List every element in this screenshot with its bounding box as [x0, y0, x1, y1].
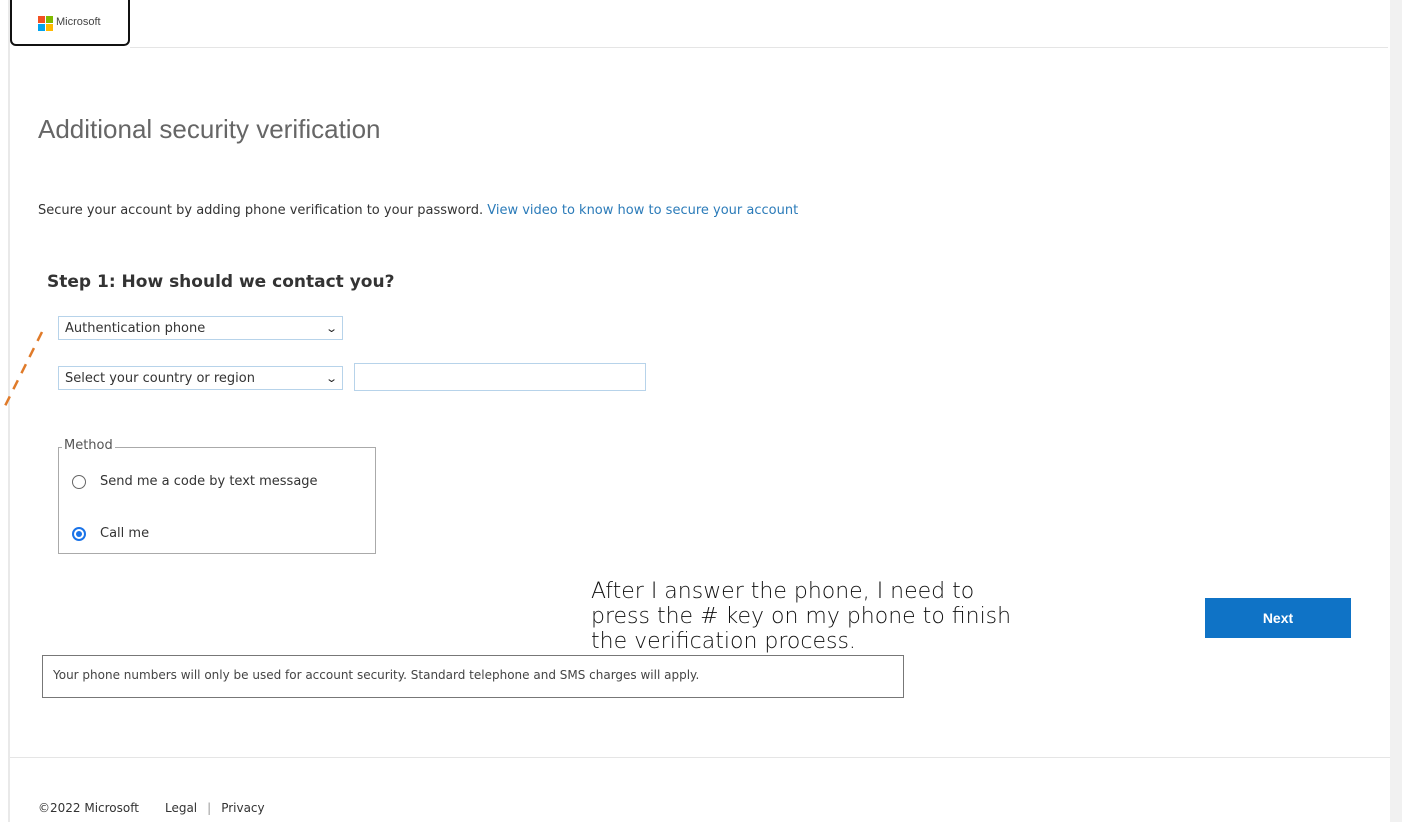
country-select[interactable]: Select your country or region ⌄ [58, 366, 343, 390]
intro-paragraph: Secure your account by adding phone veri… [38, 203, 798, 218]
footer-divider [10, 757, 1390, 758]
microsoft-logo-icon [38, 16, 53, 31]
copyright-text: ©2022 Microsoft [38, 801, 139, 815]
contact-method-select[interactable]: Authentication phone ⌄ [58, 316, 343, 340]
method-option-label: Call me [100, 526, 150, 541]
annotation-callout: After I answer the phone, I need to pres… [591, 579, 1012, 654]
footer-separator: | [207, 801, 212, 815]
next-button[interactable]: Next [1205, 598, 1351, 638]
left-border [8, 0, 10, 822]
radio-call-me[interactable] [72, 526, 86, 541]
privacy-link[interactable]: Privacy [221, 801, 264, 815]
method-option-label: Send me a code by text message [100, 474, 318, 489]
chevron-down-icon: ⌄ [324, 371, 338, 385]
contact-method-value: Authentication phone [65, 320, 206, 336]
phone-usage-note: Your phone numbers will only be used for… [42, 655, 904, 698]
chevron-down-icon: ⌄ [324, 321, 338, 335]
view-video-link[interactable]: View video to know how to secure your ac… [487, 203, 798, 218]
header-divider [130, 47, 1388, 48]
brand-name: Microsoft [56, 16, 101, 28]
legal-link[interactable]: Legal [165, 801, 197, 815]
radio-text-message[interactable] [72, 474, 86, 489]
phone-number-input[interactable] [354, 363, 646, 391]
scrollbar-track[interactable] [1390, 0, 1402, 822]
page-title: Additional security verification [38, 114, 381, 144]
intro-text: Secure your account by adding phone veri… [38, 203, 484, 218]
method-legend: Method [62, 438, 115, 453]
method-option-text[interactable]: Send me a code by text message [72, 474, 318, 489]
method-option-call[interactable]: Call me [72, 526, 149, 541]
step-heading: Step 1: How should we contact you? [47, 272, 395, 292]
header-logo-box: Microsoft [10, 0, 130, 46]
footer: ©2022 Microsoft Legal | Privacy [38, 801, 265, 815]
country-value: Select your country or region [65, 370, 255, 386]
annotation-dash-line [2, 331, 44, 409]
